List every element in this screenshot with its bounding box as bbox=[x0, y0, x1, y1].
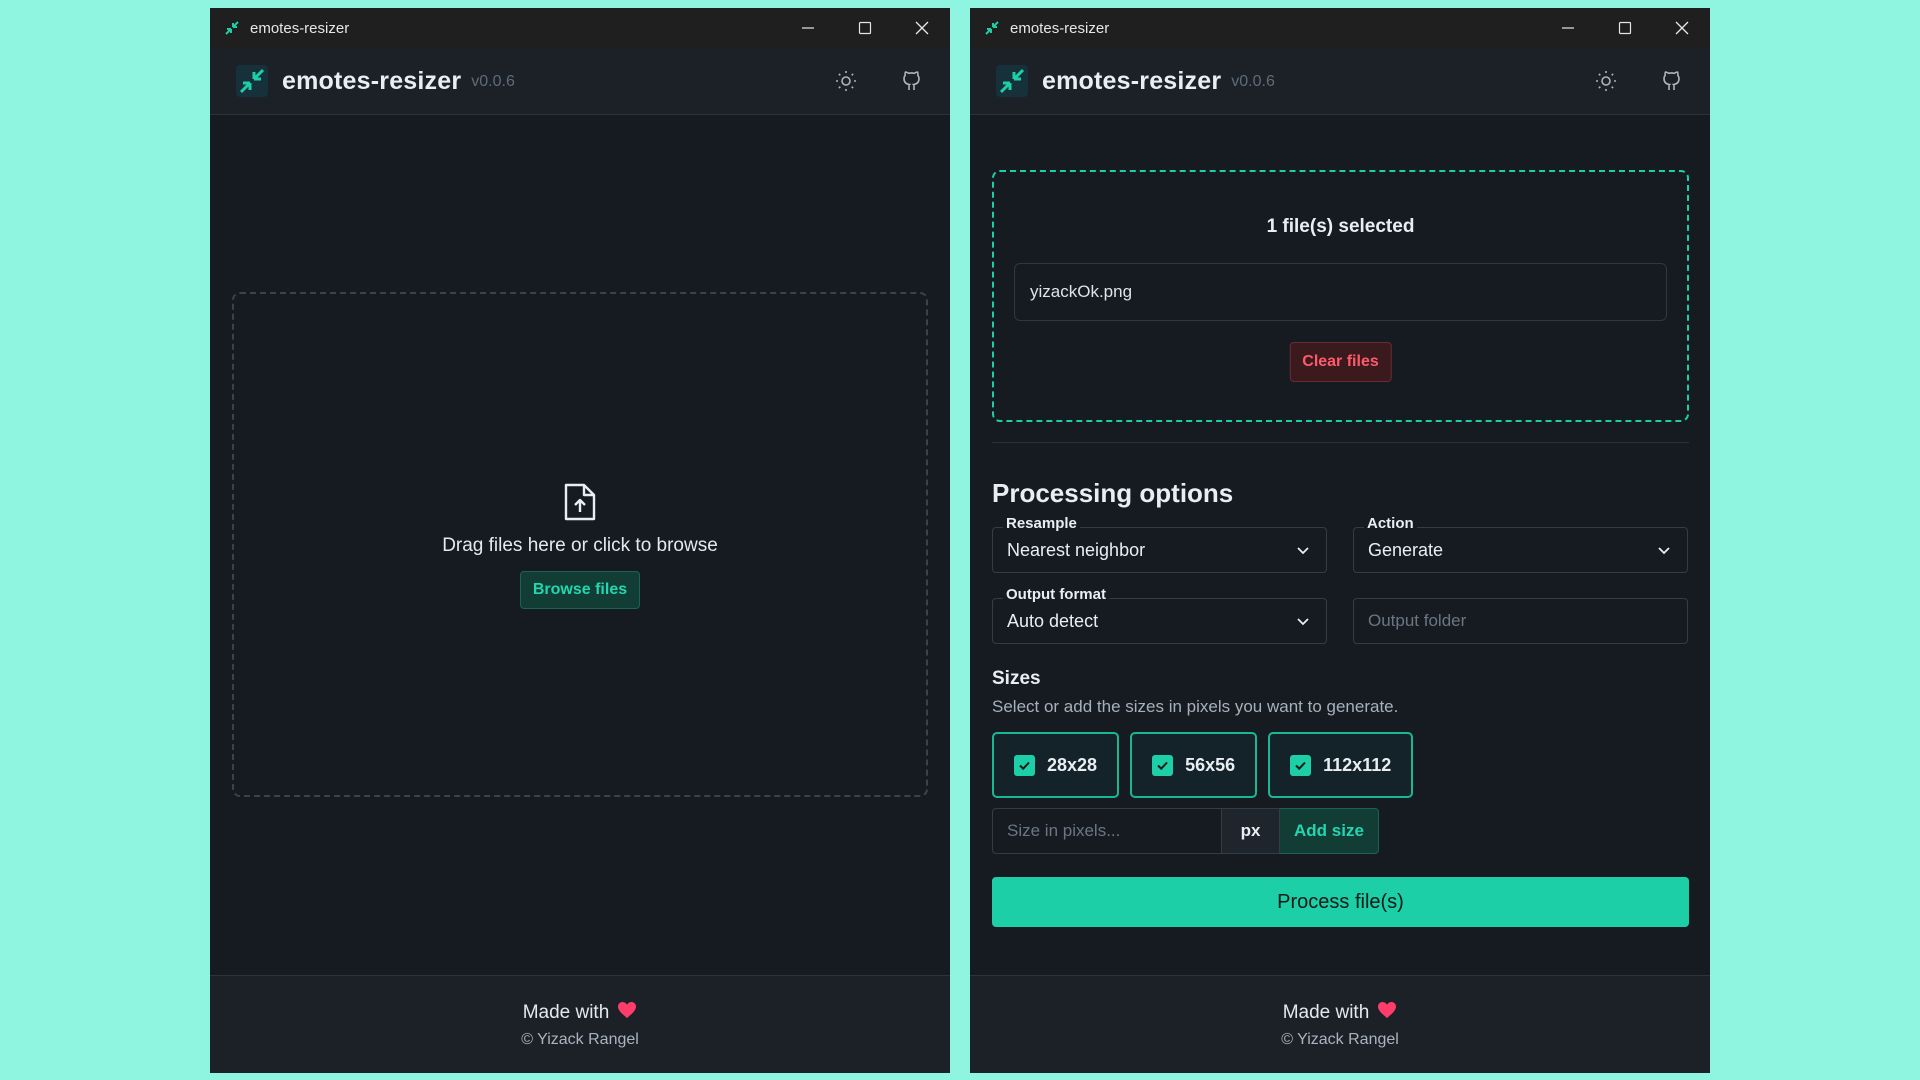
action-select[interactable]: Action Generate bbox=[1353, 515, 1688, 573]
app-name: emotes-resizer bbox=[282, 66, 462, 95]
checkbox-checked-icon bbox=[1290, 754, 1312, 776]
chevron-down-icon bbox=[1655, 541, 1673, 559]
main-area: Drag files here or click to browse Brows… bbox=[210, 115, 950, 975]
size-chip-label: 112x112 bbox=[1323, 754, 1392, 775]
github-icon[interactable] bbox=[896, 65, 928, 97]
checkbox-checked-icon bbox=[1014, 754, 1035, 776]
size-chips: 28x28 56x56 112x112 bbox=[992, 732, 1414, 798]
output-format-select[interactable]: Output format Auto detect bbox=[992, 586, 1327, 644]
copyright-text: © Yizack Rangel bbox=[521, 1030, 639, 1048]
resample-select[interactable]: Resample Nearest neighbor bbox=[992, 515, 1327, 573]
add-size-button[interactable]: Add size bbox=[1280, 808, 1379, 854]
title-bar: emotes-resizer bbox=[210, 8, 950, 48]
app-header: emotes-resizer v0.0.6 bbox=[210, 48, 950, 115]
made-with-text: Made with bbox=[522, 1001, 610, 1023]
files-selected-count: 1 file(s) selected bbox=[1266, 216, 1415, 237]
main-area: 1 file(s) selected yizackOk.png Clear fi… bbox=[970, 115, 1710, 975]
app-icon bbox=[224, 20, 240, 36]
app-version: v0.0.6 bbox=[1231, 73, 1275, 90]
size-chip-112[interactable]: 112x112 bbox=[1268, 732, 1414, 798]
chevron-down-icon bbox=[1294, 541, 1312, 559]
window-title: emotes-resizer bbox=[250, 19, 350, 37]
browse-files-button[interactable]: Browse files bbox=[519, 570, 641, 609]
resample-value: Nearest neighbor bbox=[1007, 539, 1146, 560]
file-dropzone[interactable]: Drag files here or click to browse Brows… bbox=[232, 292, 928, 797]
title-bar: emotes-resizer bbox=[970, 8, 1710, 48]
size-input-placeholder: Size in pixels... bbox=[1007, 821, 1121, 840]
size-input[interactable]: Size in pixels... bbox=[992, 808, 1222, 854]
minimize-button[interactable] bbox=[779, 8, 836, 48]
action-value: Generate bbox=[1368, 539, 1444, 560]
app-window-selected: emotes-resizer emotes-resizer v0.0.6 1 f… bbox=[970, 8, 1710, 1073]
made-with-line: Made with bbox=[523, 1001, 638, 1025]
maximize-button[interactable] bbox=[1596, 8, 1653, 48]
action-label: Action bbox=[1364, 515, 1417, 532]
chevron-down-icon bbox=[1294, 612, 1312, 630]
size-chip-label: 56x56 bbox=[1185, 754, 1236, 775]
window-title: emotes-resizer bbox=[1010, 19, 1110, 37]
heart-icon bbox=[617, 1001, 637, 1025]
footer: Made with © Yizack Rangel bbox=[970, 975, 1710, 1073]
output-folder-input[interactable]: Output folder bbox=[1353, 598, 1688, 644]
made-with-text: Made with bbox=[1282, 1001, 1370, 1023]
logo-icon bbox=[996, 65, 1028, 97]
output-folder-placeholder: Output folder bbox=[1368, 611, 1467, 630]
file-upload-icon bbox=[562, 481, 598, 523]
size-chip-56[interactable]: 56x56 bbox=[1130, 732, 1258, 798]
app-icon bbox=[984, 20, 1000, 36]
maximize-button[interactable] bbox=[836, 8, 893, 48]
file-list-item: yizackOk.png bbox=[1014, 263, 1667, 321]
processing-options-title: Processing options bbox=[992, 478, 1234, 508]
size-chip-28[interactable]: 28x28 bbox=[992, 732, 1120, 798]
px-unit-addon: px bbox=[1222, 808, 1280, 854]
heart-icon bbox=[1377, 1001, 1397, 1025]
copyright-text: © Yizack Rangel bbox=[1281, 1030, 1399, 1048]
checkbox-checked-icon bbox=[1152, 754, 1174, 776]
output-format-value: Auto detect bbox=[1007, 610, 1099, 631]
theme-toggle-sun-icon[interactable] bbox=[830, 65, 862, 97]
sizes-title: Sizes bbox=[992, 668, 1041, 689]
file-dropzone-selected[interactable]: 1 file(s) selected yizackOk.png Clear fi… bbox=[992, 170, 1689, 422]
process-files-button[interactable]: Process file(s) bbox=[992, 877, 1689, 927]
github-icon[interactable] bbox=[1656, 65, 1688, 97]
clear-files-button[interactable]: Clear files bbox=[1289, 342, 1392, 382]
minimize-button[interactable] bbox=[1539, 8, 1596, 48]
close-button[interactable] bbox=[1653, 8, 1710, 48]
logo-icon bbox=[236, 65, 268, 97]
dropzone-text: Drag files here or click to browse bbox=[442, 534, 718, 556]
divider bbox=[992, 442, 1689, 443]
size-chip-label: 28x28 bbox=[1047, 754, 1098, 775]
footer: Made with © Yizack Rangel bbox=[210, 975, 950, 1073]
add-size-row: Size in pixels... px Add size bbox=[992, 808, 1379, 854]
output-format-label: Output format bbox=[1003, 586, 1109, 603]
theme-toggle-sun-icon[interactable] bbox=[1590, 65, 1622, 97]
app-name: emotes-resizer bbox=[1042, 66, 1222, 95]
app-version: v0.0.6 bbox=[471, 73, 515, 90]
made-with-line: Made with bbox=[1283, 1001, 1398, 1025]
close-button[interactable] bbox=[893, 8, 950, 48]
sizes-description: Select or add the sizes in pixels you wa… bbox=[992, 697, 1399, 716]
app-header: emotes-resizer v0.0.6 bbox=[970, 48, 1710, 115]
resample-label: Resample bbox=[1003, 515, 1080, 532]
app-window-empty: emotes-resizer emotes-resizer v0.0.6 Dra… bbox=[210, 8, 950, 1073]
